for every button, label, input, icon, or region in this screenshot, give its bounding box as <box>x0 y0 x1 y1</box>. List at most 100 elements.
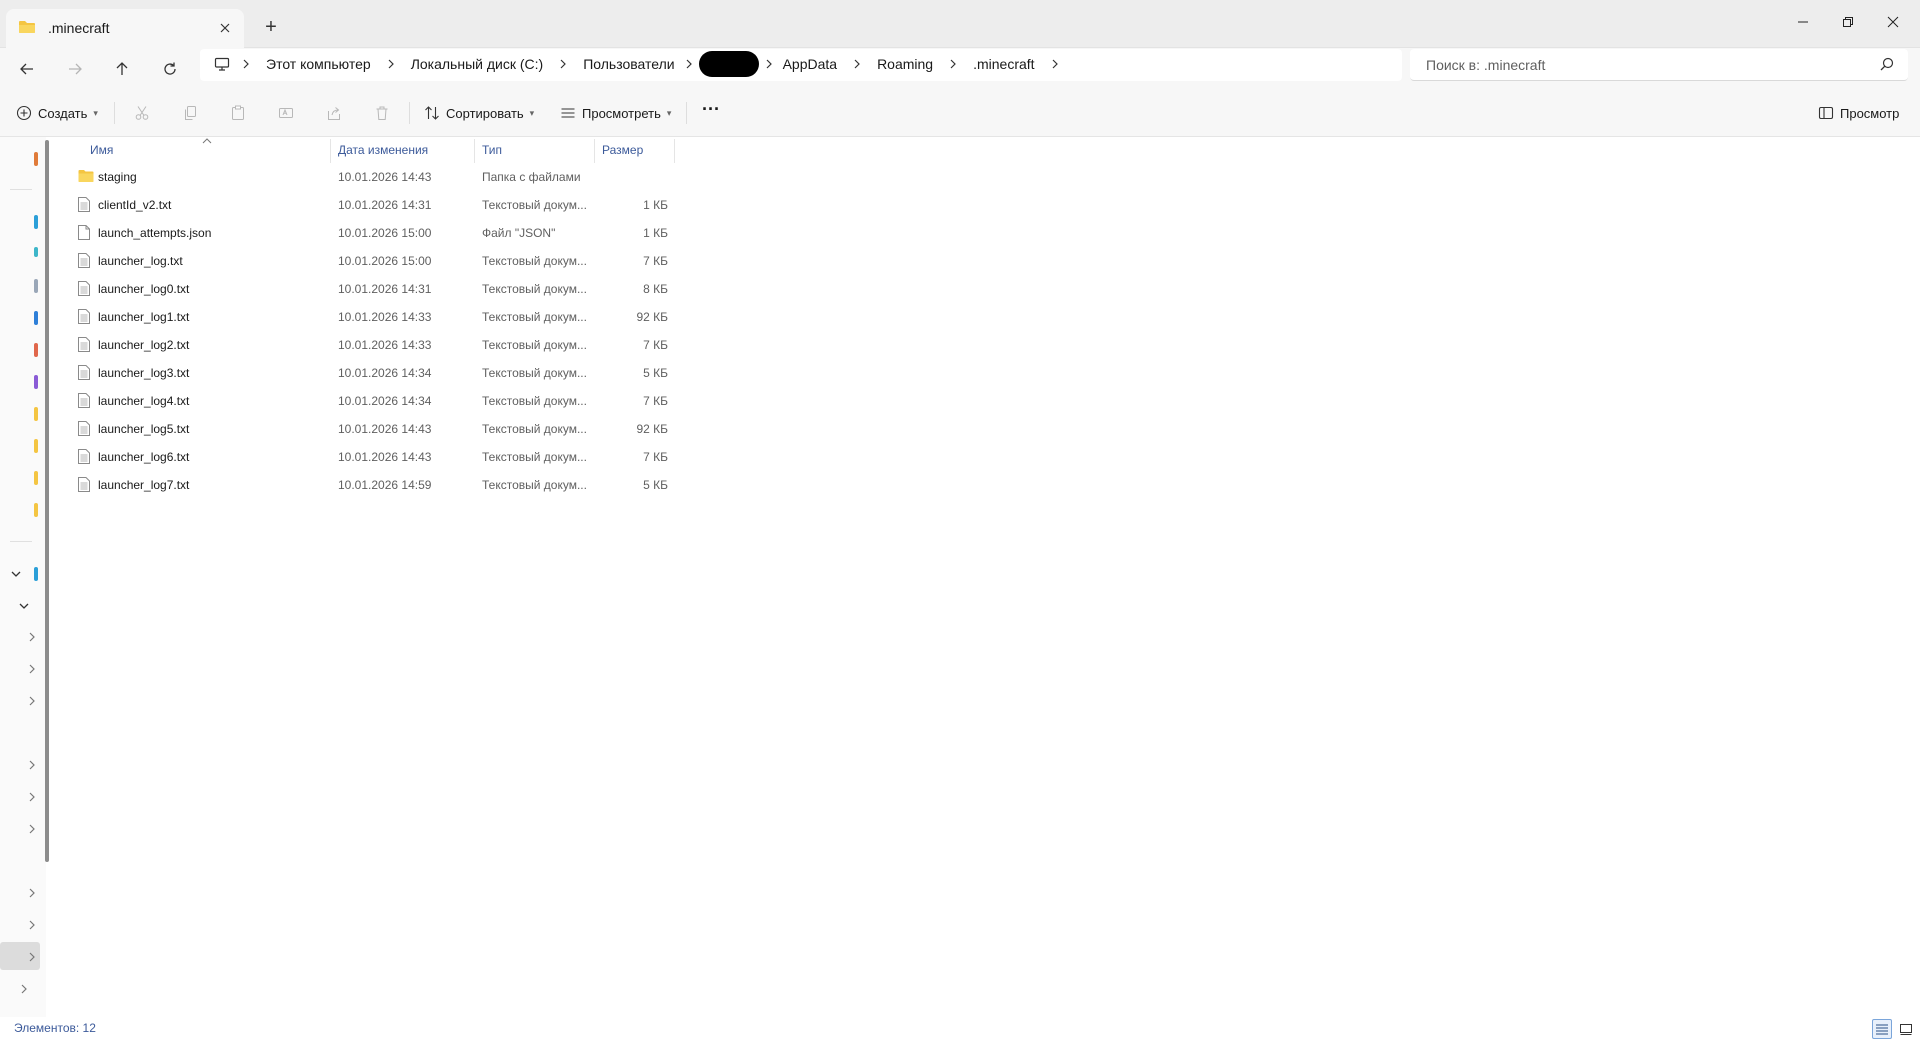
chevron-right-icon[interactable] <box>24 789 40 805</box>
chevron-right-icon[interactable] <box>377 59 405 69</box>
column-divider[interactable] <box>674 139 675 163</box>
trash-icon <box>376 106 388 120</box>
chevron-right-icon[interactable] <box>16 981 32 997</box>
divider <box>10 189 32 190</box>
search-icon[interactable] <box>1880 57 1894 76</box>
chevron-down-icon: ▾ <box>93 107 98 118</box>
file-row[interactable]: staging 10.01.2026 14:43 Папка с файлами <box>58 163 678 191</box>
music-icon[interactable] <box>34 375 38 389</box>
forward-button[interactable] <box>61 55 89 83</box>
new-tab-button[interactable]: + <box>258 14 284 40</box>
rename-button[interactable] <box>273 101 299 125</box>
more-options-button[interactable]: ··· <box>702 97 720 121</box>
file-row[interactable]: launcher_log.txt 10.01.2026 15:00 Текстовы… <box>58 247 678 275</box>
divider <box>114 102 115 124</box>
restore-button[interactable] <box>1825 8 1871 36</box>
breadcrumb-roaming[interactable]: Roaming <box>871 56 939 72</box>
chevron-down-icon[interactable] <box>16 598 32 614</box>
view-button[interactable]: Просмотреть ▾ <box>560 101 671 125</box>
computer-icon[interactable] <box>214 57 232 71</box>
back-button[interactable] <box>13 55 41 83</box>
file-list[interactable]: Имя Дата изменения Тип Размер staging 10.… <box>58 137 1920 1017</box>
file-type: Текстовый докум... <box>482 478 587 492</box>
refresh-button[interactable] <box>156 55 184 83</box>
sidebar-scrollbar[interactable] <box>45 140 49 862</box>
gallery-icon[interactable] <box>34 215 38 229</box>
folder-icon[interactable] <box>34 503 38 517</box>
share-button[interactable] <box>321 101 347 125</box>
sort-button[interactable]: Сортировать ▾ <box>424 101 534 125</box>
home-icon[interactable] <box>34 152 38 166</box>
file-row[interactable]: launcher_log1.txt 10.01.2026 14:33 Текстов… <box>58 303 678 331</box>
folder-icon[interactable] <box>34 407 38 421</box>
paste-button[interactable] <box>225 101 251 125</box>
breadcrumb-users[interactable]: Пользователи <box>577 56 680 72</box>
folder-icon[interactable] <box>34 471 38 485</box>
chevron-right-icon[interactable] <box>24 949 40 965</box>
breadcrumb-this-pc[interactable]: Этот компьютер <box>260 56 377 72</box>
breadcrumb-minecraft[interactable]: .minecraft <box>967 56 1040 72</box>
column-divider[interactable] <box>594 139 595 163</box>
tab-minecraft[interactable]: .minecraft <box>6 9 244 48</box>
details-view-button[interactable] <box>1872 1019 1892 1039</box>
column-header-type[interactable]: Тип <box>482 137 502 163</box>
window-close-button[interactable] <box>1870 8 1916 36</box>
minimize-button[interactable] <box>1780 8 1826 36</box>
file-row[interactable]: launcher_log7.txt 10.01.2026 14:59 Текстов… <box>58 471 678 499</box>
file-row[interactable]: clientId_v2.txt 10.01.2026 14:31 Текстовый… <box>58 191 678 219</box>
documents-icon[interactable] <box>34 311 38 325</box>
breadcrumb-local-disk[interactable]: Локальный диск (C:) <box>405 56 550 72</box>
redacted-username[interactable] <box>698 51 759 77</box>
file-name: launcher_log2.txt <box>98 338 190 352</box>
file-row[interactable]: launcher_log5.txt 10.01.2026 14:43 Текстов… <box>58 415 678 443</box>
column-header-size[interactable]: Размер <box>602 137 643 163</box>
chevron-right-icon[interactable] <box>939 59 967 69</box>
preview-label: Просмотр <box>1840 105 1900 121</box>
create-button[interactable]: Создать ▾ <box>16 101 98 125</box>
file-row[interactable]: launcher_log2.txt 10.01.2026 14:33 Текстов… <box>58 331 678 359</box>
preview-pane-button[interactable]: Просмотр <box>1818 101 1899 125</box>
chevron-right-icon[interactable] <box>549 59 577 69</box>
file-row[interactable]: launcher_log3.txt 10.01.2026 14:34 Текстов… <box>58 359 678 387</box>
chevron-right-icon[interactable] <box>1041 59 1069 69</box>
delete-button[interactable] <box>369 101 395 125</box>
text-file-icon <box>78 337 90 355</box>
file-type: Текстовый докум... <box>482 394 587 408</box>
chevron-right-icon[interactable] <box>232 59 260 69</box>
copy-button[interactable] <box>177 101 203 125</box>
desktop-icon[interactable] <box>34 247 38 257</box>
search-input[interactable]: Поиск в: .minecraft <box>1426 57 1545 73</box>
chevron-right-icon[interactable] <box>24 629 40 645</box>
chevron-right-icon[interactable] <box>24 757 40 773</box>
chevron-right-icon[interactable] <box>24 917 40 933</box>
file-row[interactable]: launcher_log6.txt 10.01.2026 14:43 Текстов… <box>58 443 678 471</box>
pictures-icon[interactable] <box>34 343 38 357</box>
chevron-right-icon[interactable] <box>24 821 40 837</box>
file-row[interactable]: launch_attempts.json 10.01.2026 15:00 Файл… <box>58 219 678 247</box>
folder-icon[interactable] <box>34 439 38 453</box>
up-button[interactable] <box>108 55 136 83</box>
file-date: 10.01.2026 14:31 <box>338 198 432 212</box>
chevron-right-icon[interactable] <box>761 59 777 69</box>
chevron-down-icon[interactable] <box>8 566 24 582</box>
cut-button[interactable] <box>129 101 155 125</box>
list-view-icon <box>561 108 575 118</box>
column-header-name[interactable]: Имя <box>90 137 113 163</box>
chevron-right-icon[interactable] <box>843 59 871 69</box>
column-divider[interactable] <box>330 139 331 163</box>
chevron-right-icon[interactable] <box>24 693 40 709</box>
file-row[interactable]: launcher_log4.txt 10.01.2026 14:34 Текстов… <box>58 387 678 415</box>
onedrive-icon[interactable] <box>34 567 38 581</box>
tiles-view-button[interactable] <box>1896 1019 1916 1039</box>
breadcrumb-appdata[interactable]: AppData <box>777 56 843 72</box>
chevron-right-icon[interactable] <box>24 885 40 901</box>
chevron-right-icon[interactable] <box>681 59 697 69</box>
column-divider[interactable] <box>474 139 475 163</box>
search-box[interactable]: Поиск в: .minecraft <box>1410 49 1908 81</box>
tab-close-button[interactable] <box>214 17 236 39</box>
chevron-right-icon[interactable] <box>24 661 40 677</box>
arrow-up-icon <box>116 62 128 75</box>
file-row[interactable]: launcher_log0.txt 10.01.2026 14:31 Текстов… <box>58 275 678 303</box>
downloads-icon[interactable] <box>34 279 38 293</box>
column-header-date[interactable]: Дата изменения <box>338 137 428 163</box>
